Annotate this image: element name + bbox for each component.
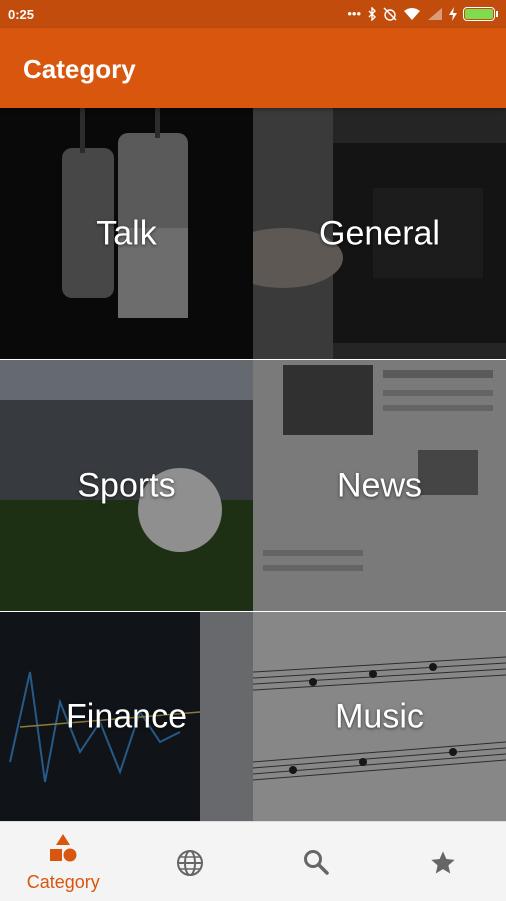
category-tile-talk[interactable]: Talk — [0, 108, 253, 359]
status-icons: ••• — [347, 6, 498, 21]
category-tile-finance[interactable]: Finance — [0, 612, 253, 821]
category-tile-news[interactable]: News — [253, 360, 506, 611]
app-bar: Category — [0, 28, 506, 108]
category-tile-general[interactable]: General — [253, 108, 506, 359]
bluetooth-icon — [367, 7, 377, 21]
category-label-general: General — [253, 214, 506, 253]
category-label-finance: Finance — [0, 697, 253, 736]
nav-item-category[interactable]: Category — [0, 822, 127, 901]
category-tile-sports[interactable]: Sports — [0, 360, 253, 611]
more-dots-icon: ••• — [347, 6, 361, 21]
category-label-news: News — [253, 466, 506, 505]
star-icon — [429, 849, 457, 877]
status-time: 0:25 — [8, 7, 34, 22]
category-label-sports: Sports — [0, 466, 253, 505]
charging-icon — [449, 7, 457, 21]
nav-item-favorites[interactable] — [380, 822, 506, 901]
search-icon — [303, 849, 329, 875]
category-icon — [49, 834, 77, 864]
category-label-music: Music — [253, 697, 506, 736]
bottom-navigation: Category — [0, 821, 506, 901]
nav-item-globe[interactable] — [127, 822, 254, 901]
category-tile-music[interactable]: Music — [253, 612, 506, 821]
nav-label-category: Category — [0, 872, 127, 893]
page-title: Category — [23, 54, 136, 85]
battery-icon — [463, 7, 495, 21]
status-bar: 0:25 ••• — [0, 0, 506, 28]
wifi-icon — [403, 7, 421, 21]
globe-icon — [176, 849, 204, 877]
battery-cap — [496, 11, 498, 17]
nav-item-search[interactable] — [253, 822, 380, 901]
signal-icon — [427, 7, 443, 21]
category-grid: Talk General Sports — [0, 108, 506, 821]
category-label-talk: Talk — [0, 214, 253, 253]
alarm-off-icon — [383, 7, 397, 21]
